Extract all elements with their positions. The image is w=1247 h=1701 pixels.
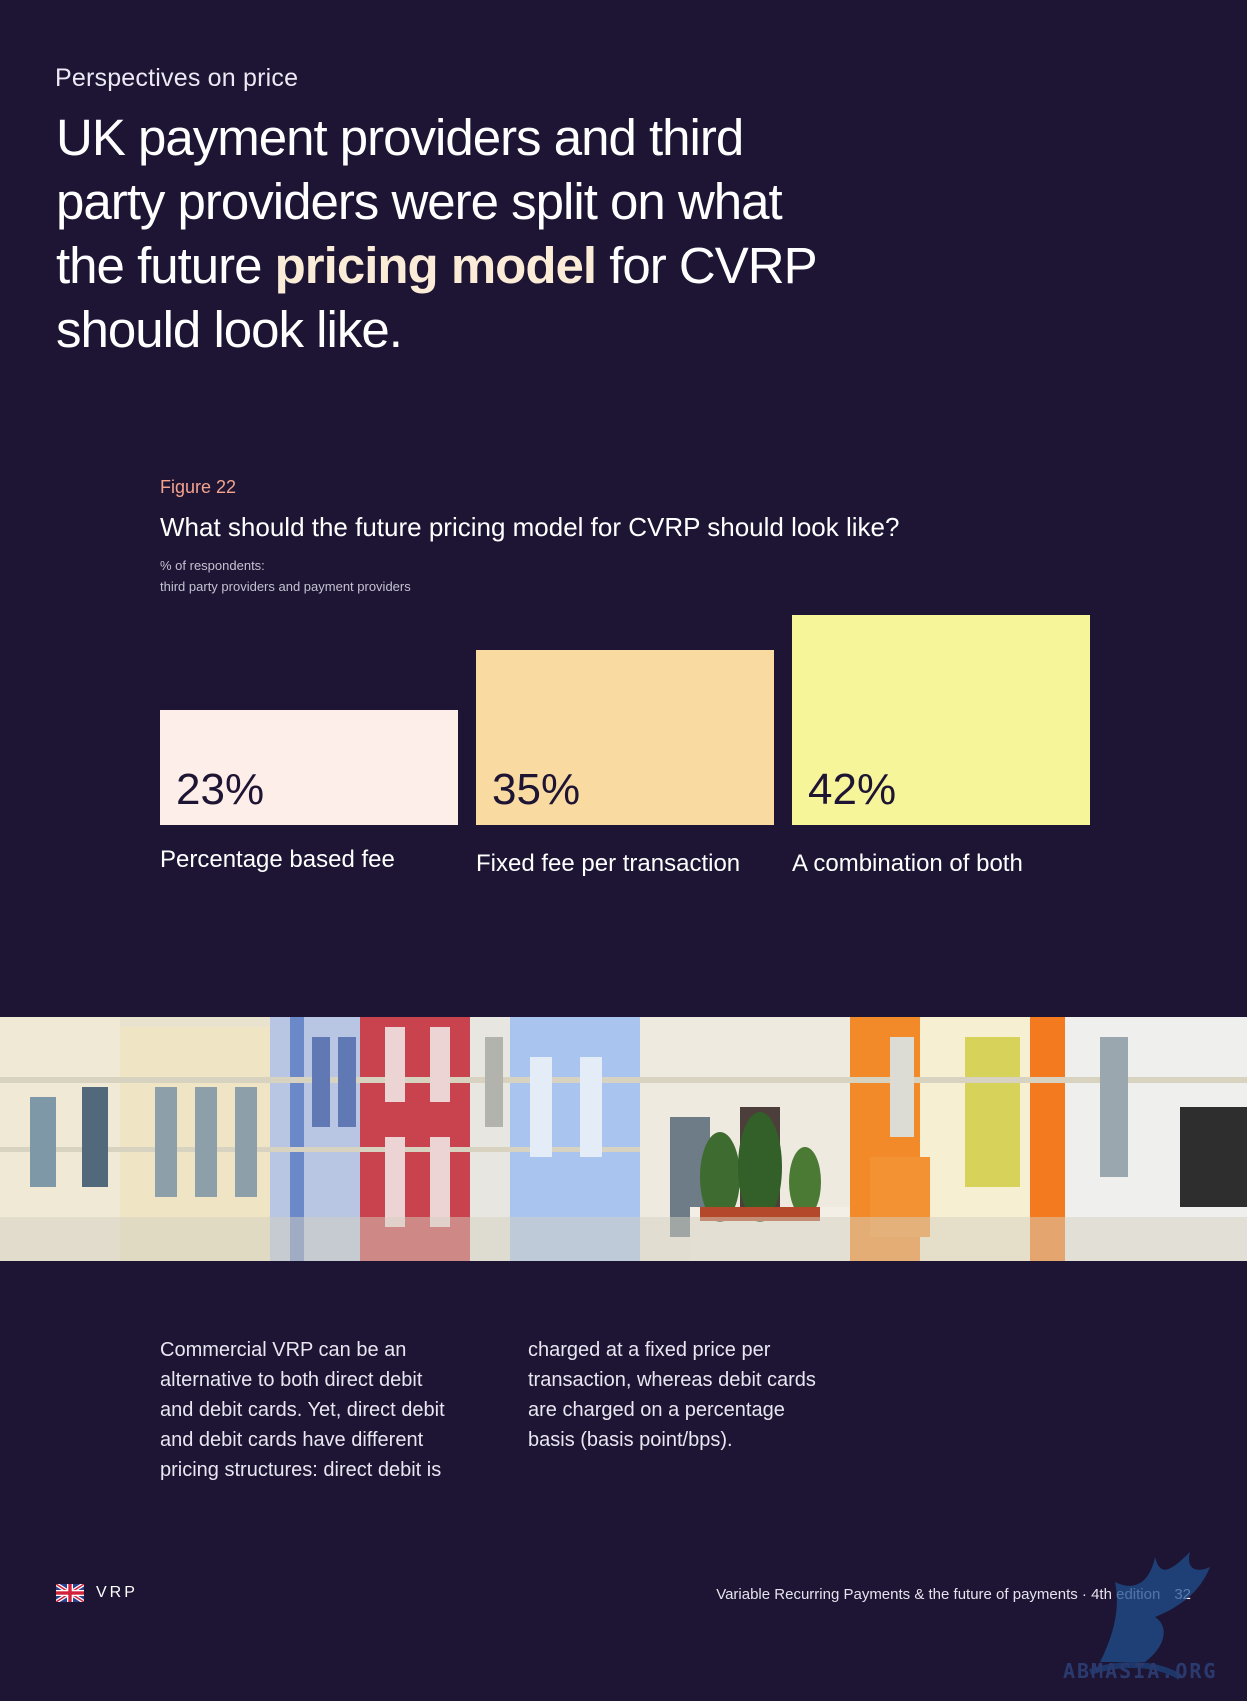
body-line: Commercial VRP can be an xyxy=(160,1339,407,1361)
body-text-column-1: Commercial VRP can be an alternative to … xyxy=(160,1335,480,1485)
body-line: basis (basis point/bps). xyxy=(528,1429,733,1451)
bar-value-label: 42% xyxy=(808,765,896,814)
body-line: and debit cards. Yet, direct debit xyxy=(160,1399,445,1421)
bar-value-label: 35% xyxy=(492,765,580,814)
body-line: are charged on a percentage xyxy=(528,1399,785,1421)
body-line: pricing structures: direct debit is xyxy=(160,1459,442,1481)
body-line: alternative to both direct debit xyxy=(160,1369,423,1391)
body-line: charged at a fixed price per xyxy=(528,1339,771,1361)
bar-value-label: 23% xyxy=(176,765,264,814)
footer-tag: VRP xyxy=(96,1584,138,1601)
body-text-column-2: charged at a fixed price per transaction… xyxy=(528,1335,848,1455)
colorful-houses-illustration xyxy=(0,1017,1247,1261)
watermark-text: ABMASIA.ORG xyxy=(1063,1659,1218,1683)
body-line: transaction, whereas debit cards xyxy=(528,1369,816,1391)
uk-flag-icon xyxy=(56,1584,84,1602)
bar-category-label: Percentage based fee xyxy=(160,846,395,873)
bar-chart: 23% Percentage based fee 35% Fixed fee per … xyxy=(160,615,1090,877)
street-houses-photo xyxy=(0,1017,1247,1261)
bar-category-label: A combination of both xyxy=(792,850,1023,877)
footer-brand: VRP xyxy=(56,1584,138,1602)
bar-category-label: Fixed fee per transaction xyxy=(476,850,740,877)
body-line: and debit cards have different xyxy=(160,1429,424,1451)
